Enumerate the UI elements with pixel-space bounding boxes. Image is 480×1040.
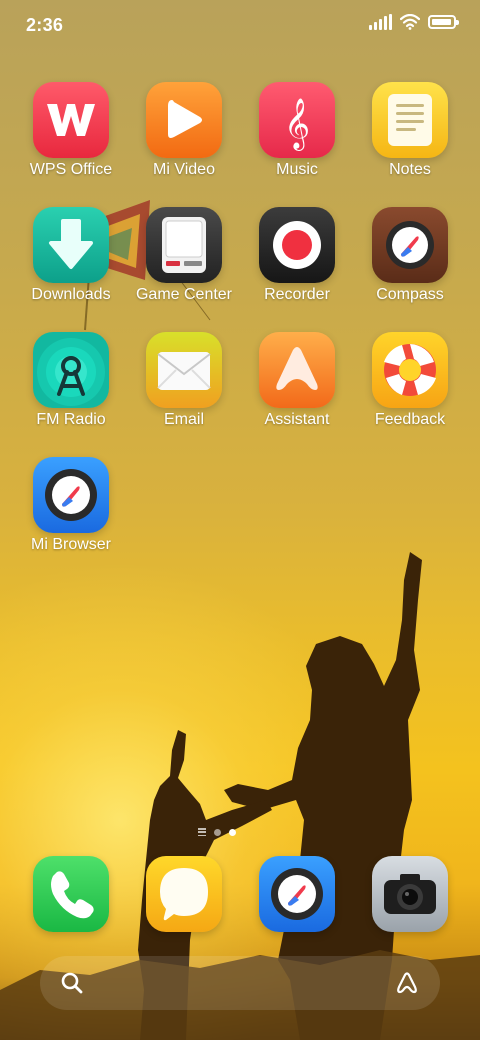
- app-notes[interactable]: Notes: [355, 82, 465, 192]
- home-screen: 2:36 WPS Office Mi Video 𝄞 Music Notes D…: [0, 0, 480, 1040]
- menu-lines-icon: [198, 828, 206, 836]
- dock-camera[interactable]: [372, 856, 448, 932]
- status-bar: 2:36: [0, 0, 480, 52]
- camera-icon: [372, 856, 448, 932]
- app-label: Downloads: [31, 286, 111, 303]
- battery-icon: [428, 15, 459, 29]
- app-email[interactable]: Email: [129, 332, 239, 442]
- page-dot-active: [229, 828, 236, 836]
- app-label: Notes: [389, 161, 431, 178]
- search-icon: [61, 972, 83, 994]
- app-label: Feedback: [374, 411, 446, 428]
- notes-icon: [372, 82, 448, 158]
- app-label: WPS Office: [29, 161, 113, 178]
- app-label: Assistant: [264, 411, 330, 428]
- compass-icon: [372, 207, 448, 283]
- wps-office-icon: [33, 82, 109, 158]
- email-icon: [146, 332, 222, 408]
- page-dot: [214, 828, 221, 836]
- fm-radio-icon: [33, 332, 109, 408]
- app-feedback[interactable]: Feedback: [355, 332, 465, 442]
- app-label: Game Center: [135, 286, 233, 303]
- recorder-icon: [259, 207, 335, 283]
- dock-phone[interactable]: [33, 856, 109, 932]
- app-fm-radio[interactable]: FM Radio: [16, 332, 126, 442]
- app-wps-office[interactable]: WPS Office: [16, 82, 126, 192]
- svg-text:𝄞: 𝄞: [284, 98, 310, 151]
- search-bar[interactable]: [40, 956, 440, 1010]
- mi-video-icon: [146, 82, 222, 158]
- app-label: Music: [276, 161, 318, 178]
- app-music[interactable]: 𝄞 Music: [242, 82, 352, 192]
- app-label: Compass: [376, 286, 444, 303]
- downloads-icon: [33, 207, 109, 283]
- assistant-icon: [259, 332, 335, 408]
- phone-icon: [33, 856, 109, 932]
- voice-assistant-icon[interactable]: [394, 970, 420, 996]
- app-label: Recorder: [264, 286, 330, 303]
- messaging-icon: [146, 856, 222, 932]
- wifi-icon: [400, 14, 420, 30]
- music-icon: 𝄞: [259, 82, 335, 158]
- app-downloads[interactable]: Downloads: [16, 207, 126, 317]
- dock-browser[interactable]: [259, 856, 335, 932]
- game-center-icon: [146, 207, 222, 283]
- status-time: 2:36: [26, 15, 64, 35]
- app-mi-video[interactable]: Mi Video: [129, 82, 239, 192]
- app-assistant[interactable]: Assistant: [242, 332, 352, 442]
- status-icons: [369, 14, 459, 30]
- app-recorder[interactable]: Recorder: [242, 207, 352, 317]
- mi-browser-icon: [33, 457, 109, 533]
- app-compass[interactable]: Compass: [355, 207, 465, 317]
- page-indicator[interactable]: [198, 828, 236, 836]
- app-label: Mi Video: [153, 161, 215, 178]
- app-label: Email: [163, 411, 204, 428]
- app-mi-browser[interactable]: Mi Browser: [16, 457, 126, 567]
- app-label: Mi Browser: [30, 536, 111, 553]
- app-game-center[interactable]: Game Center: [129, 207, 239, 317]
- cellular-signal-icon: [369, 14, 392, 30]
- app-label: FM Radio: [36, 411, 106, 428]
- browser-icon: [259, 856, 335, 932]
- dock-messaging[interactable]: [146, 856, 222, 932]
- feedback-icon: [372, 332, 448, 408]
